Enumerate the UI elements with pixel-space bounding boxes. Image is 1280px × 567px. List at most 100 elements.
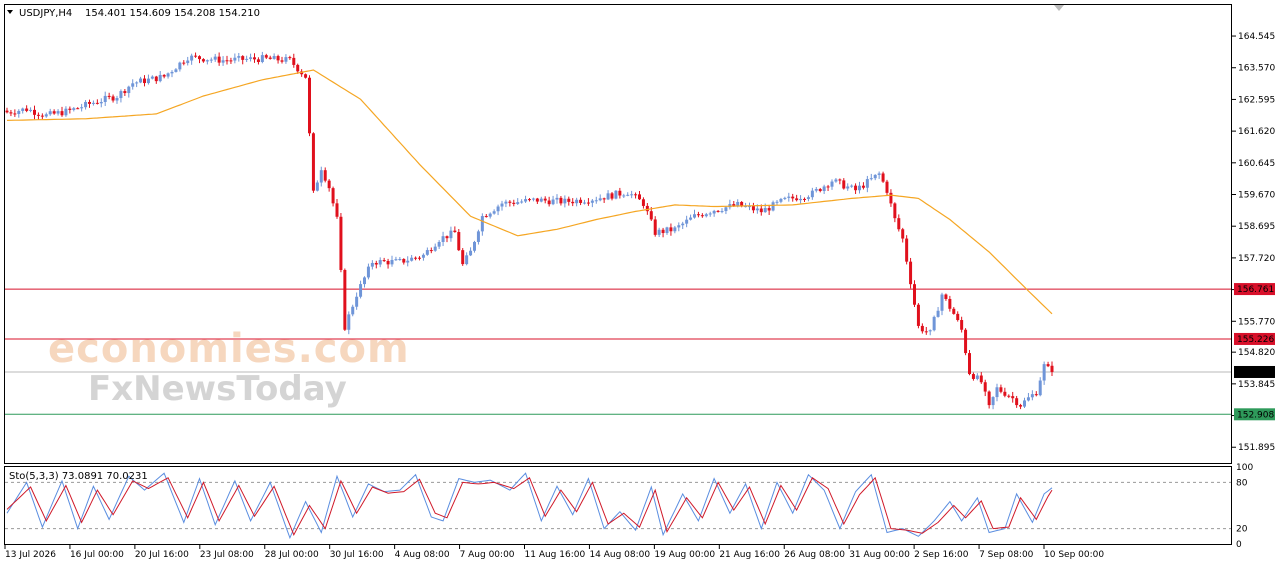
candle-bull [865, 179, 869, 188]
candle-bear [457, 232, 461, 251]
time-tick-label: 13 Jul 2026 [5, 550, 56, 560]
price-tick-label: 158.695 [1238, 222, 1275, 232]
candle-bull [704, 214, 708, 217]
ohlc-values: 154.401 154.609 154.208 154.210 [85, 8, 260, 19]
candle-bear [1034, 394, 1038, 396]
candle-bear [543, 198, 547, 201]
time-tick-label: 19 Aug 00:00 [654, 550, 715, 560]
candle-bear [276, 56, 280, 61]
candle-bull [736, 201, 740, 206]
candle-bear [95, 102, 99, 104]
candle-bull [1042, 364, 1046, 381]
candle-bull [932, 316, 936, 331]
candle-bear [586, 202, 590, 204]
candle-bear [217, 56, 221, 63]
candle-bear [952, 308, 956, 314]
candle-bull [347, 314, 351, 330]
candle-bear [256, 59, 260, 63]
candle-bear [201, 59, 205, 62]
candle-bear [818, 189, 822, 192]
candle-bear [751, 206, 755, 211]
candle-bull [606, 193, 610, 200]
candle-bull [44, 114, 48, 117]
candle-bull [29, 109, 33, 111]
candle-bull [319, 170, 323, 183]
candle-bear [842, 180, 846, 189]
candle-bear [5, 110, 9, 113]
candle-bear [418, 257, 421, 259]
candle-bear [944, 294, 948, 299]
candle-bear [535, 198, 539, 202]
candle-bull [689, 217, 693, 220]
price-tick-label: 153.845 [1238, 380, 1275, 390]
candle-bull [433, 246, 437, 251]
candle-bull [822, 186, 826, 192]
candle-bull [665, 227, 669, 234]
chart-header[interactable]: USDJPY,H4 154.401 154.609 154.208 154.21… [7, 8, 260, 19]
candle-bear [162, 74, 166, 77]
candle-bear [229, 60, 233, 62]
candle-bull [940, 294, 944, 311]
candle-bear [1046, 364, 1050, 367]
candle-bull [1030, 394, 1034, 398]
candle-bear [602, 198, 606, 200]
candle-bear [885, 181, 889, 193]
candle-bull [158, 74, 162, 82]
candle-bull [139, 78, 143, 83]
candle-bear [453, 230, 457, 233]
candle-bull [708, 213, 712, 215]
candle-bear [253, 57, 256, 60]
candle-bull [877, 173, 881, 175]
candle-bull [869, 178, 873, 180]
candle-bear [40, 115, 44, 117]
candle-bull [272, 56, 276, 59]
candle-bull [245, 58, 249, 60]
candle-bull [622, 195, 626, 197]
candle-bull [370, 262, 374, 267]
candle-bull [783, 197, 787, 199]
candle-bull [936, 310, 940, 317]
candle-bear [669, 227, 673, 232]
candle-bull [355, 296, 359, 307]
candle-bull [677, 225, 681, 228]
price-tick-label: 157.720 [1238, 254, 1275, 264]
candle-bear [909, 261, 913, 285]
candle-bull [563, 198, 567, 204]
price-tick-label: 159.670 [1238, 191, 1275, 201]
candle-bear [374, 262, 378, 265]
stoch-tick-label: 20 [1236, 525, 1248, 535]
candle-bear [1003, 391, 1007, 396]
price-tick-label: 155.770 [1238, 317, 1275, 327]
candle-bear [968, 353, 971, 375]
candle-bull [72, 108, 76, 110]
stoch-tick-label: 0 [1236, 540, 1242, 550]
level-price-label: 156.761 [1237, 285, 1274, 295]
candle-bull [119, 91, 123, 99]
candle-bear [60, 111, 64, 116]
candle-bear [889, 192, 893, 204]
candle-bear [327, 180, 331, 189]
candle-bear [292, 57, 296, 65]
time-tick-label: 7 Aug 00:00 [460, 550, 515, 560]
candle-bull [799, 198, 803, 201]
price-tick-label: 162.595 [1238, 95, 1275, 105]
candle-bear [924, 331, 928, 333]
candle-bear [791, 196, 795, 199]
time-tick-label: 4 Aug 08:00 [395, 550, 450, 560]
candle-bull [135, 82, 139, 84]
time-tick-label: 14 Aug 08:00 [589, 550, 650, 560]
candle-bear [386, 261, 390, 265]
candle-bear [696, 214, 700, 216]
candle-bull [80, 107, 84, 109]
candle-bull [1038, 380, 1042, 396]
candle-bull [437, 241, 441, 247]
candle-bull [524, 199, 528, 202]
candle-bull [551, 199, 555, 205]
candle-bear [512, 202, 516, 204]
candle-bear [1011, 396, 1015, 399]
time-tick-label: 21 Aug 16:00 [719, 550, 780, 560]
candle-bear [308, 77, 311, 134]
candle-bear [913, 284, 916, 305]
candle-bull [1026, 397, 1030, 401]
candle-bear [795, 198, 799, 201]
